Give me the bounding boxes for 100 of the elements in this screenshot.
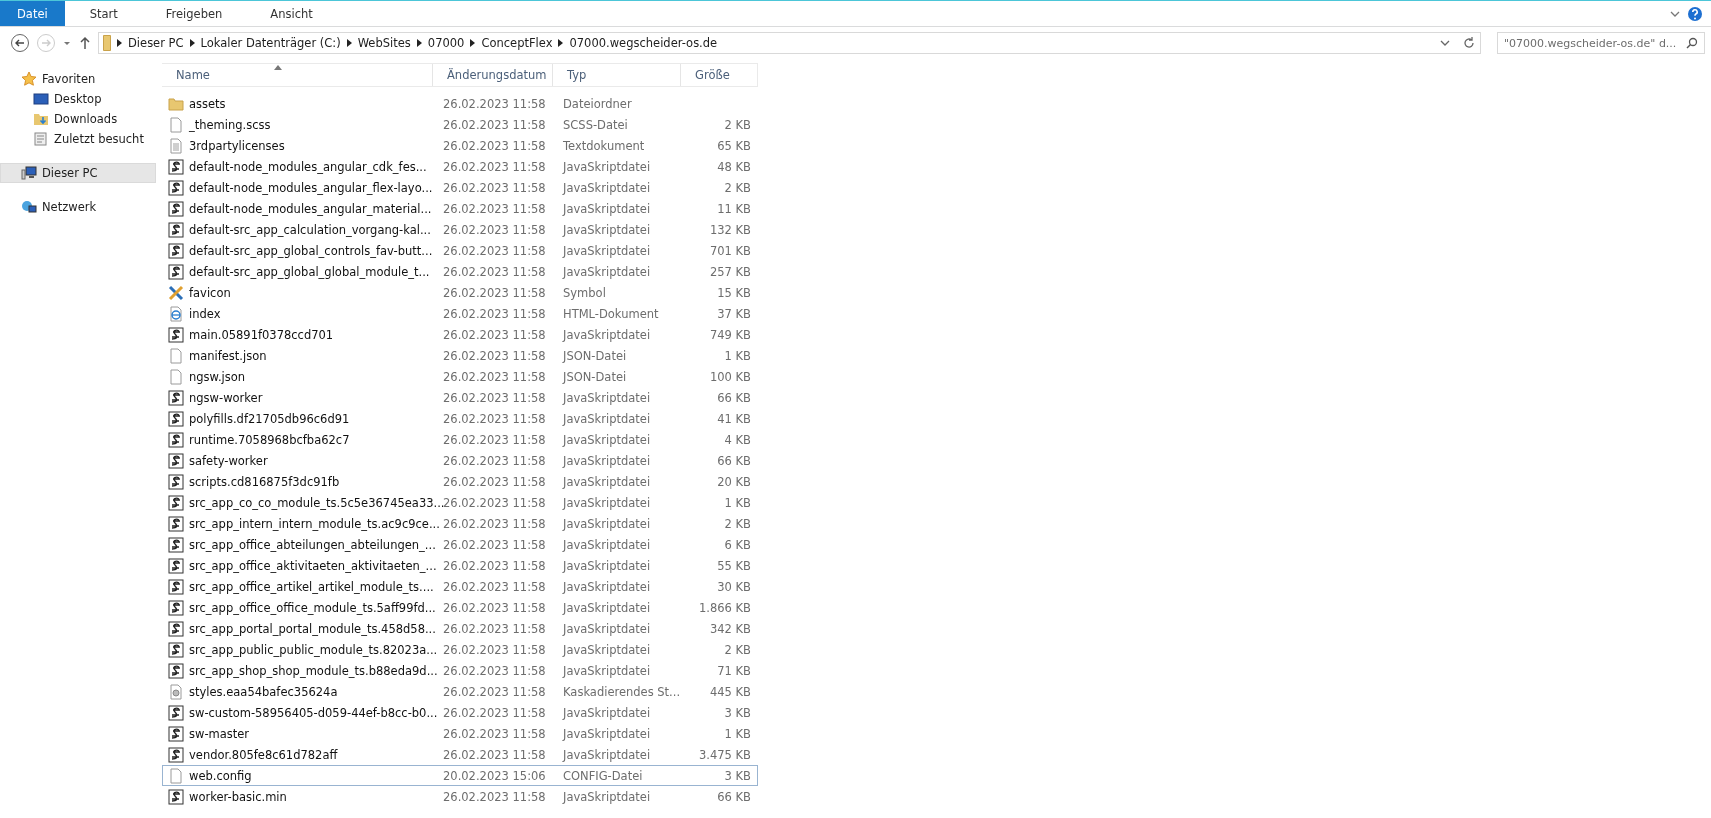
- file-row[interactable]: ngsw-worker 26.02.2023 11:58 JavaSkriptdatei 66 KB: [162, 387, 758, 408]
- file-row[interactable]: safety-worker 26.02.2023 11:58 JavaSkriptdatei 66 KB: [162, 450, 758, 471]
- refresh-icon[interactable]: [1462, 36, 1476, 50]
- file-row[interactable]: default-node_modules_angular_cdk_fes... 26.02.2023 11:58 JavaSkriptdatei 48 KB: [162, 156, 758, 177]
- script-icon: [168, 704, 184, 721]
- breadcrumb-item[interactable]: WebSites: [357, 36, 411, 50]
- file-type: JavaSkriptdatei: [561, 663, 652, 678]
- file-row[interactable]: default-node_modules_angular_material... 26.02.2023 11:58 JavaSkriptdatei 11 KB: [162, 198, 758, 219]
- file-row[interactable]: src_app_public_public_module_ts.82023a... 26.02.2023 11:58 JavaSkriptdatei 2 KB: [162, 639, 758, 660]
- file-row[interactable]: sw-custom-58956405-d059-44ef-b8cc-b0... 26.02.2023 11:58 JavaSkriptdatei 3 KB: [162, 702, 758, 723]
- breadcrumb-item[interactable]: Dieser PC: [128, 36, 184, 50]
- breadcrumb-item[interactable]: Lokaler Datenträger (C:): [200, 36, 341, 50]
- column-header[interactable]: Name: [162, 64, 432, 86]
- column-header[interactable]: Größe: [680, 64, 756, 86]
- file-row[interactable]: src_app_shop_shop_module_ts.b88eda9d... 26.02.2023 11:58 JavaSkriptdatei 71 KB: [162, 660, 758, 681]
- sidebar-item[interactable]: Favoriten: [0, 69, 159, 89]
- file-name: styles.eaa54bafec35624a: [189, 684, 338, 699]
- modified-date: 26.02.2023 11:58: [442, 642, 547, 657]
- file-name: safety-worker: [189, 453, 268, 468]
- file-size: 749 KB: [708, 327, 752, 342]
- script-icon: [168, 494, 184, 511]
- file-size: 2 KB: [723, 642, 752, 657]
- chevron-down-icon[interactable]: [1440, 38, 1450, 48]
- file-row[interactable]: main.05891f0378ccd701 26.02.2023 11:58 JavaSkriptdatei 749 KB: [162, 324, 758, 345]
- file-row[interactable]: manifest.json 26.02.2023 11:58 JSON-Datei 1 KB: [162, 345, 758, 366]
- file-row[interactable]: src_app_office_office_module_ts.5aff99fd... 26.02.2023 11:58 JavaSkriptdatei 1.866 KB: [162, 597, 758, 618]
- file-row[interactable]: polyfills.df21705db96c6d91 26.02.2023 11:58 JavaSkriptdatei 41 KB: [162, 408, 758, 429]
- file-row[interactable]: default-src_app_calculation_vorgang-kal... 26.02.2023 11:58 JavaSkriptdatei 132 KB: [162, 219, 758, 240]
- file-row[interactable]: scripts.cd816875f3dc91fb 26.02.2023 11:58 JavaSkriptdatei 20 KB: [162, 471, 758, 492]
- file-type: JavaSkriptdatei: [561, 516, 652, 531]
- network-icon: [21, 199, 37, 215]
- file-row[interactable]: favicon 26.02.2023 11:58 Symbol 15 KB: [162, 282, 758, 303]
- file-row[interactable]: src_app_office_aktivitaeten_aktivitaeten_... 26.02.2023 11:58 JavaSkriptdatei 55 KB: [162, 555, 758, 576]
- file-row[interactable]: assets 26.02.2023 11:58 Dateiordner: [162, 93, 758, 114]
- modified-date: 26.02.2023 11:58: [442, 306, 547, 321]
- file-row[interactable]: src_app_office_abteilungen_abteilungen_... 26.02.2023 11:58 JavaSkriptdatei 6 KB: [162, 534, 758, 555]
- file-row[interactable]: src_app_portal_portal_module_ts.458d58... 26.02.2023 11:58 JavaSkriptdatei 342 KB: [162, 618, 758, 639]
- modified-date: 26.02.2023 11:58: [442, 726, 547, 741]
- file-type: JavaSkriptdatei: [561, 201, 652, 216]
- computer-icon: [21, 165, 37, 181]
- file-type: JavaSkriptdatei: [561, 621, 652, 636]
- ribbon-tab[interactable]: Start: [72, 1, 135, 26]
- file-row[interactable]: web.config 20.02.2023 15:06 CONFIG-Datei 3 KB: [162, 765, 758, 786]
- file-size: 6 KB: [723, 537, 752, 552]
- file-row[interactable]: sw-master 26.02.2023 11:58 JavaSkriptdatei 1 KB: [162, 723, 758, 744]
- file-type: SCSS-Datei: [562, 117, 629, 132]
- file-name: default-node_modules_angular_material...: [189, 201, 432, 216]
- breadcrumb-item[interactable]: ConceptFlex: [481, 36, 553, 50]
- file-row[interactable]: styles.eaa54bafec35624a 26.02.2023 11:58 Kaskadierendes St... 445 KB: [162, 681, 758, 702]
- file-size: 4 KB: [723, 432, 752, 447]
- sidebar-item[interactable]: Zuletzt besucht: [0, 129, 159, 149]
- file-row[interactable]: worker-basic.min 26.02.2023 11:58 JavaSkriptdatei 66 KB: [162, 786, 758, 807]
- file-row[interactable]: _theming.scss 26.02.2023 11:58 SCSS-Datei 2 KB: [162, 114, 758, 135]
- ribbon-tab[interactable]: Ansicht: [253, 1, 330, 26]
- sort-arrow-icon: [274, 65, 282, 70]
- file-name: default-src_app_global_global_module_t...: [189, 264, 430, 279]
- file-row[interactable]: 3rdpartylicenses 26.02.2023 11:58 Textdokument 65 KB: [162, 135, 758, 156]
- sidebar-item[interactable]: Desktop: [0, 89, 159, 109]
- sidebar-label: Favoriten: [42, 72, 96, 86]
- sidebar-label: Dieser PC: [42, 166, 98, 180]
- breadcrumb-item[interactable]: 07000: [427, 36, 465, 50]
- file-row[interactable]: default-src_app_global_controls_fav-butt... 26.02.2023 11:58 JavaSkriptdatei 701 KB: [162, 240, 758, 261]
- column-header[interactable]: Typ: [552, 64, 680, 86]
- search-icon: [1686, 37, 1698, 49]
- file-row[interactable]: src_app_intern_intern_module_ts.ac9c9ce... 26.02.2023 11:58 JavaSkriptdatei 2 KB: [162, 513, 758, 534]
- breadcrumb-item[interactable]: 07000.wegscheider-os.de: [569, 36, 718, 50]
- file-size: 2 KB: [723, 516, 752, 531]
- address-bar[interactable]: Dieser PC Lokaler Datenträger (C:) WebSites 07000 ConceptFlex 07000.wegscheider-os.de: [98, 32, 1481, 54]
- file-type: JavaSkriptdatei: [561, 264, 652, 279]
- file-name: src_app_office_aktivitaeten_aktivitaeten_...: [189, 558, 437, 573]
- file-type: JSON-Datei: [561, 369, 628, 384]
- file-name: src_app_co_co_module_ts.5c5e36745ea33...: [189, 495, 445, 510]
- file-row[interactable]: src_app_co_co_module_ts.5c5e36745ea33...26.02.2023 11:58 JavaSkriptdatei 1 KB: [162, 492, 758, 513]
- search-field[interactable]: "07000.wegscheider-os.de" d...: [1497, 32, 1705, 54]
- file-name: index: [189, 306, 221, 321]
- file-type: Kaskadierendes St...: [562, 684, 681, 699]
- modified-date: 20.02.2023 15:06: [442, 768, 547, 783]
- script-icon: [168, 410, 184, 427]
- sidebar-item[interactable]: Netzwerk: [0, 197, 159, 217]
- file-row[interactable]: index 26.02.2023 11:58 HTML-Dokument 37 KB: [162, 303, 758, 324]
- file-row[interactable]: default-src_app_global_global_module_t... 26.02.2023 11:58 JavaSkriptdatei 257 KB: [162, 261, 758, 282]
- file-type: JavaSkriptdatei: [561, 495, 652, 510]
- file-row[interactable]: default-node_modules_angular_flex-layo... 26.02.2023 11:58 JavaSkriptdatei 2 KB: [162, 177, 758, 198]
- script-icon: [168, 263, 184, 280]
- file-row[interactable]: ngsw.json 26.02.2023 11:58 JSON-Datei 100 KB: [162, 366, 758, 387]
- modified-date: 26.02.2023 11:58: [442, 96, 547, 111]
- file-row[interactable]: vendor.805fe8c61d782aff 26.02.2023 11:58 JavaSkriptdatei 3.475 KB: [162, 744, 758, 765]
- file-row[interactable]: runtime.7058968bcfba62c7 26.02.2023 11:58 JavaSkriptdatei 4 KB: [162, 429, 758, 450]
- sidebar-item[interactable]: Downloads: [0, 109, 159, 129]
- sidebar-item[interactable]: Dieser PC: [0, 163, 156, 183]
- file-row[interactable]: src_app_office_artikel_artikel_module_ts.... 26.02.2023 11:58 JavaSkriptdatei 30 KB: [162, 576, 758, 597]
- modified-date: 26.02.2023 11:58: [442, 117, 547, 132]
- column-header[interactable]: Änderungsdatum: [432, 64, 552, 86]
- back-button[interactable]: [10, 33, 30, 53]
- file-name: 3rdpartylicenses: [189, 138, 285, 153]
- file-name: manifest.json: [189, 348, 267, 363]
- file-size: 1 KB: [723, 726, 752, 741]
- ribbon-tab[interactable]: Freigeben: [148, 1, 240, 26]
- file-name: src_app_shop_shop_module_ts.b88eda9d...: [189, 663, 438, 678]
- file-type: JavaSkriptdatei: [561, 180, 652, 195]
